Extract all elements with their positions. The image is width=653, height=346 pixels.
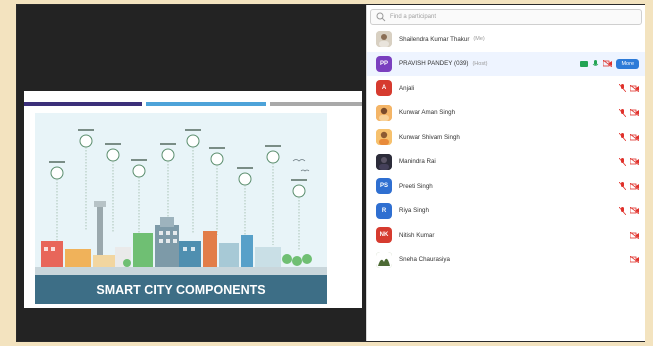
slide-bar-blue [146, 102, 266, 106]
participant-row[interactable]: PP PRAVISH PANDEY (039) (Host) More [367, 51, 645, 77]
search-icon [376, 12, 386, 22]
participant-row[interactable]: Shailendra Kumar Thakur (Me) [367, 27, 645, 52]
slide-bar-purple [24, 102, 142, 106]
video-muted-icon[interactable] [630, 231, 639, 239]
video-on-icon[interactable] [580, 60, 589, 67]
slide-bar-grey [270, 102, 362, 106]
meeting-window: SMART CITY COMPONENTS Find a participant… [16, 4, 645, 342]
avatar-initials: PP [379, 60, 388, 67]
video-muted-icon[interactable] [630, 256, 639, 264]
smart-city-illustration: SMART CITY COMPONENTS [35, 113, 327, 304]
mic-muted-icon[interactable] [619, 182, 626, 191]
mic-muted-icon[interactable] [619, 84, 626, 93]
video-muted-icon[interactable] [630, 207, 639, 215]
participant-row[interactable]: PS Preeti Singh [367, 174, 645, 199]
person-photo-icon [376, 153, 392, 170]
person-photo-icon [376, 31, 392, 48]
avatar-initials: NK [379, 232, 389, 239]
avatar-initials: PS [379, 183, 388, 190]
person-photo-icon [376, 129, 392, 146]
person-photo-icon [376, 104, 392, 121]
video-muted-icon[interactable] [630, 158, 639, 166]
avatar-initials: A [381, 85, 387, 92]
mic-muted-icon[interactable] [619, 108, 626, 117]
avatar [376, 129, 392, 146]
participant-name: Shailendra Kumar Thakur [399, 35, 470, 43]
participant-name: PRAVISH PANDEY (039) [399, 60, 469, 68]
participant-row[interactable]: Kunwar Shivam Singh [367, 125, 645, 150]
participant-name: Kunwar Aman Singh [399, 109, 456, 117]
participant-row[interactable]: R Riya Singh [367, 199, 645, 224]
search-placeholder: Find a participant [390, 14, 437, 20]
participant-controls [619, 76, 639, 101]
participant-controls [619, 101, 639, 126]
avatar: NK [376, 227, 392, 244]
more-button[interactable]: More [616, 58, 639, 69]
mic-muted-icon[interactable] [619, 206, 626, 215]
shared-screen-area: SMART CITY COMPONENTS [17, 5, 365, 341]
participant-controls: More [580, 52, 639, 77]
participant-row[interactable]: Manindra Rai [367, 150, 645, 175]
participant-name: Manindra Rai [399, 158, 436, 166]
mic-muted-icon[interactable] [619, 133, 626, 142]
participant-list: Shailendra Kumar Thakur (Me) PP PRAVISH … [367, 27, 645, 272]
participant-controls [619, 125, 639, 150]
participant-controls [619, 174, 639, 199]
avatar: PP [376, 55, 392, 72]
participant-tag: (Host) [472, 60, 488, 67]
slide-caption: SMART CITY COMPONENTS [96, 283, 265, 297]
participant-name: Riya Singh [399, 207, 429, 215]
participant-controls [619, 199, 639, 224]
participant-row[interactable]: NK Nitish Kumar [367, 223, 645, 248]
participant-name: Preeti Singh [399, 182, 433, 190]
video-muted-icon[interactable] [630, 133, 639, 141]
participant-controls [619, 150, 639, 175]
video-muted-icon[interactable] [630, 109, 639, 117]
avatar [376, 31, 392, 48]
participant-controls [630, 248, 639, 273]
mic-icon[interactable] [592, 59, 599, 68]
video-muted-icon[interactable] [630, 84, 639, 92]
avatar [376, 251, 392, 268]
avatar [376, 104, 392, 121]
avatar: PS [376, 178, 392, 195]
participant-name: Sneha Chaurasiya [399, 256, 450, 264]
participant-tag: (Me) [473, 36, 485, 43]
avatar [376, 153, 392, 170]
avatar: A [376, 80, 392, 97]
participant-row[interactable]: A Anjali [367, 76, 645, 101]
participant-name: Kunwar Shivam Singh [399, 133, 460, 141]
participant-row[interactable]: Kunwar Aman Singh [367, 101, 645, 126]
video-muted-icon[interactable] [603, 60, 613, 68]
participants-panel: Find a participant Shailendra Kumar Thak… [366, 5, 645, 341]
participant-controls [630, 223, 639, 248]
avatar-initials: R [381, 207, 387, 214]
video-muted-icon[interactable] [630, 182, 639, 190]
participant-row[interactable]: Sneha Chaurasiya [367, 248, 645, 273]
presentation-slide: SMART CITY COMPONENTS [24, 91, 362, 308]
participant-name: Nitish Kumar [399, 231, 435, 239]
person-photo-icon [376, 251, 392, 268]
mic-muted-icon[interactable] [619, 157, 626, 166]
participant-name: Anjali [399, 84, 415, 92]
participant-search-field[interactable]: Find a participant [370, 9, 642, 25]
slide-header-bars [24, 102, 362, 106]
avatar: R [376, 202, 392, 219]
